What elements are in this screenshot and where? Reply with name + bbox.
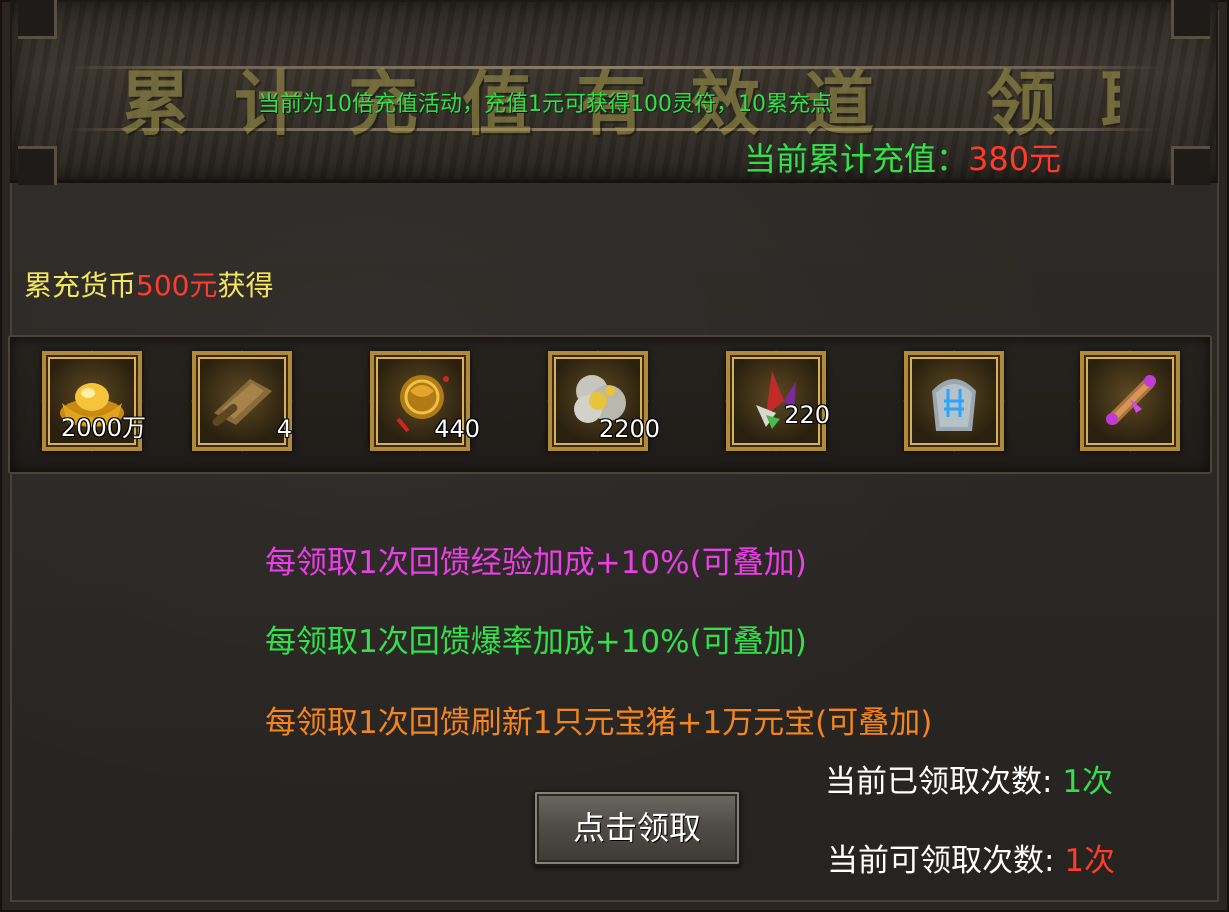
reward-threshold: 累充货币500元获得 [24, 264, 273, 304]
banner-corner [18, 146, 57, 185]
reward-quantity: 2200 [598, 415, 660, 443]
gold-pig-bonus-text: 每领取1次回馈刷新1只元宝猪+1万元宝(可叠加) [265, 705, 933, 741]
banner-corner [1171, 0, 1210, 39]
available-count-value: 1次 [1064, 843, 1116, 879]
cumulative-recharge-value: 380元 [968, 140, 1062, 178]
event-notice: 当前为10倍充值活动，充值1元可获得100灵符，10累充点 [258, 92, 832, 117]
cumulative-recharge-label: 当前累计充值： [744, 140, 969, 178]
claimed-count-label: 当前已领取次数: [825, 764, 1063, 800]
reward-quantity: 4 [276, 415, 292, 443]
reward-quantity: 2000万 [60, 414, 146, 442]
claimed-count: 当前已领取次数: 1次 [825, 756, 1113, 801]
reward-slot[interactable]: 2200 [544, 347, 660, 452]
exp-bonus-text: 每领取1次回馈经验加成+10%(可叠加) [265, 545, 807, 581]
threshold-amount: 500元 [136, 269, 218, 302]
banner-corner [1171, 146, 1210, 185]
available-count-label: 当前可领取次数: [827, 843, 1065, 879]
reward-slot[interactable]: 220 [722, 347, 830, 452]
reward-slot[interactable] [900, 347, 1005, 452]
scroll-icon [212, 379, 272, 427]
reward-slot[interactable]: 440 [366, 347, 480, 452]
threshold-suffix: 获得 [217, 269, 274, 302]
rune-stone-icon [932, 379, 976, 431]
drop-rate-bonus-text: 每领取1次回馈爆率加成+10%(可叠加) [265, 624, 807, 660]
cumulative-recharge: 当前累计充值：380元 [744, 134, 1061, 180]
reward-slot[interactable]: 2000万 [38, 347, 146, 452]
banner-corner [18, 0, 57, 39]
recharge-reward-panel: 累计充值有效道 领取豪华大礼 当前为10倍充值活动，充值1元可获得100灵符，1… [0, 0, 1229, 912]
reward-strip: 2000万 4 440 2200 220 [8, 335, 1212, 474]
reward-quantity: 440 [434, 415, 480, 443]
reward-quantity: 220 [784, 401, 830, 429]
claimed-count-value: 1次 [1062, 764, 1114, 800]
claim-button[interactable]: 点击领取 [533, 790, 741, 866]
reward-slot[interactable]: 4 [188, 347, 293, 452]
available-count: 当前可领取次数: 1次 [827, 835, 1115, 880]
purple-scroll-icon [1106, 375, 1156, 425]
reward-slot[interactable] [1076, 347, 1181, 452]
threshold-prefix: 累充货币 [24, 269, 137, 302]
